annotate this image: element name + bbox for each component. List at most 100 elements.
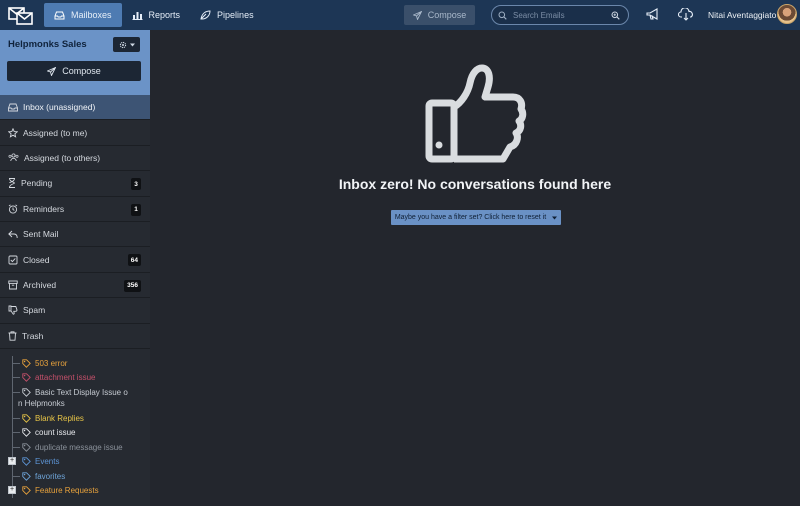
nav-mailboxes[interactable]: Mailboxes: [44, 3, 122, 27]
nav-reports-label: Reports: [148, 10, 181, 20]
nav-mailboxes-label: Mailboxes: [71, 10, 112, 20]
mailbox-title: Helpmonks Sales: [8, 39, 87, 50]
search-input[interactable]: [513, 10, 605, 20]
folder-label: Trash: [22, 330, 44, 341]
tag-item-expandable[interactable]: + Events: [0, 454, 150, 469]
tag-icon: [22, 457, 31, 466]
tag-label: Blank Replies: [35, 413, 84, 423]
tag-item[interactable]: 503 error: [0, 355, 150, 371]
thumbs-up-icon: [425, 64, 527, 163]
tag-icon: [22, 359, 31, 368]
folder-archived[interactable]: Archived 356: [0, 273, 150, 299]
reset-filter-label: Maybe you have a filter set? Click here …: [394, 214, 547, 221]
tag-item[interactable]: attachment issue: [0, 370, 150, 385]
count-badge: 1: [131, 203, 141, 216]
compose-top-label: Compose: [427, 10, 467, 20]
folder-label: Closed: [23, 254, 50, 265]
caret-down-icon: [552, 216, 558, 219]
inbox-icon: [8, 103, 18, 112]
tag-wrap-label: Basic Text Display Issue o n Helpmonks: [18, 387, 128, 409]
tag-icon: [22, 373, 31, 382]
leaf-icon: [200, 10, 211, 20]
app-logo-icon[interactable]: [4, 0, 38, 30]
tag-tree: 503 error attachment issue Basic Text Di…: [0, 349, 150, 498]
archive-icon: [8, 280, 18, 290]
tag-icon: [22, 414, 31, 423]
tag-item[interactable]: favorites: [0, 468, 150, 484]
folder-trash[interactable]: Trash: [0, 324, 150, 349]
nav-pipelines[interactable]: Pipelines: [190, 0, 264, 30]
megaphone-icon[interactable]: [646, 8, 661, 21]
tag-label: duplicate message issue: [35, 442, 123, 452]
caret-down-icon: [129, 43, 135, 46]
tag-item[interactable]: Basic Text Display Issue o n Helpmonks: [0, 384, 150, 411]
inbox-icon: [54, 11, 65, 19]
compose-button[interactable]: Compose: [7, 61, 141, 81]
count-badge: 64: [127, 254, 141, 267]
bar-chart-icon: [132, 12, 143, 20]
folder-label: Reminders: [23, 203, 65, 214]
thumbs-down-icon: [8, 305, 18, 315]
star-icon: [8, 127, 18, 138]
folder-assigned-to-others[interactable]: Assigned (to others): [0, 146, 150, 172]
nav-reports[interactable]: Reports: [122, 0, 191, 30]
empty-state-title: Inbox zero! No conversations found here: [338, 176, 612, 192]
folder-label: Assigned (to others): [24, 152, 101, 163]
folder-label: Assigned (to me): [23, 127, 88, 138]
user-name[interactable]: Nitai Aventaggiato: [708, 10, 776, 20]
search-box[interactable]: [491, 5, 629, 25]
folder-spam[interactable]: Spam: [0, 298, 150, 324]
folder-sent-mail[interactable]: Sent Mail: [0, 222, 150, 248]
alarm-clock-icon: [8, 204, 18, 214]
cloud-download-icon[interactable]: [678, 8, 694, 21]
expand-plus-icon[interactable]: +: [8, 486, 16, 495]
tag-icon: [22, 388, 31, 397]
compose-button-top[interactable]: Compose: [404, 5, 475, 25]
tag-icon: [22, 443, 31, 452]
reply-icon: [8, 230, 18, 238]
count-badge: 3: [131, 178, 141, 191]
avatar[interactable]: [777, 4, 797, 24]
expand-plus-icon[interactable]: +: [8, 457, 16, 466]
folder-label: Spam: [23, 305, 46, 316]
folder-label: Inbox (unassigned): [23, 102, 96, 113]
folder-closed[interactable]: Closed 64: [0, 247, 150, 273]
mailbox-settings-button[interactable]: [113, 37, 140, 52]
hourglass-icon: [9, 178, 15, 189]
folder-assigned-to-me[interactable]: Assigned (to me): [0, 120, 150, 146]
tag-item[interactable]: count issue: [0, 425, 150, 440]
gear-icon: [119, 41, 126, 48]
tag-label: count issue: [35, 428, 76, 438]
tag-item-expandable[interactable]: + Feature Requests: [0, 483, 150, 498]
mailbox-header: Helpmonks Sales Compose: [0, 30, 150, 95]
folder-label: Sent Mail: [23, 229, 59, 240]
tag-label: 503 error: [35, 358, 68, 368]
count-badge: 356: [124, 279, 141, 292]
tag-label: Basic Text Display Issue o: [35, 387, 128, 397]
trash-icon: [8, 331, 17, 341]
folder-label: Archived: [23, 279, 57, 290]
tag-item[interactable]: duplicate message issue: [0, 439, 150, 455]
tag-item[interactable]: Blank Replies: [0, 410, 150, 426]
tag-label: attachment issue: [35, 373, 96, 383]
tag-label-continued: n Helpmonks: [18, 398, 65, 408]
paper-plane-icon: [47, 66, 57, 76]
tag-label: Events: [35, 457, 60, 467]
tag-icon: [22, 428, 31, 437]
users-icon: [8, 153, 19, 162]
tag-icon: [22, 472, 31, 481]
sidebar: Helpmonks Sales Compose Inbox (unassigne…: [0, 30, 150, 506]
folder-label: Pending: [21, 178, 53, 189]
folder-reminders[interactable]: Reminders 1: [0, 197, 150, 222]
nav-pipelines-label: Pipelines: [217, 10, 254, 20]
compose-label: Compose: [62, 66, 101, 76]
check-square-icon: [8, 255, 18, 264]
search-icon: [498, 11, 507, 20]
folder-pending[interactable]: Pending 3: [0, 171, 150, 197]
top-navigation-bar: Mailboxes Reports Pipelines Compose Nita…: [0, 0, 800, 30]
zoom-icon[interactable]: [611, 11, 620, 20]
reset-filter-button[interactable]: Maybe you have a filter set? Click here …: [391, 210, 561, 225]
paper-plane-icon: [412, 10, 422, 20]
folder-inbox-unassigned[interactable]: Inbox (unassigned): [0, 95, 150, 121]
main-content: Inbox zero! No conversations found here …: [150, 30, 800, 506]
